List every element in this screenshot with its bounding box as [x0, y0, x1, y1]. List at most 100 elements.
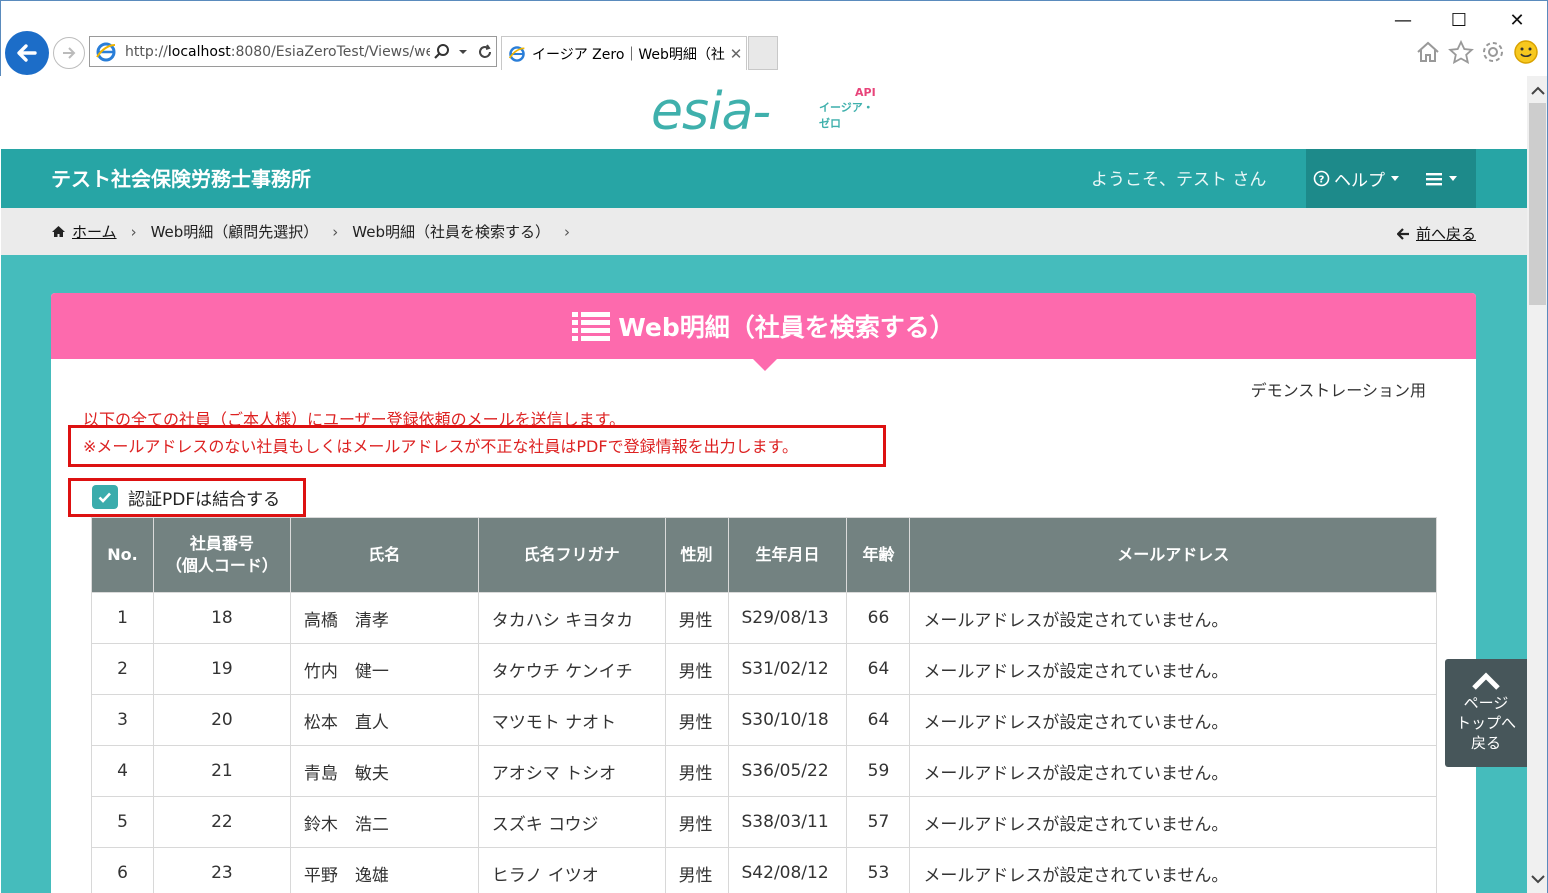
- table-row[interactable]: 1 18 高橋 清孝 タカハシ キヨタカ 男性 S29/08/13 66 メール…: [91, 592, 1437, 644]
- table-row[interactable]: 2 19 竹内 健一 タケウチ ケンイチ 男性 S31/02/12 64 メール…: [91, 643, 1437, 695]
- cell-birthday: S30/10/18: [727, 694, 848, 746]
- merge-pdf-label[interactable]: 認証PDFは結合する: [128, 485, 280, 510]
- menu-dropdown[interactable]: [1406, 149, 1476, 208]
- arrow-right-icon: [63, 47, 76, 59]
- ie-tab-icon: [508, 45, 525, 62]
- col-header-birthday[interactable]: 生年月日: [727, 517, 848, 593]
- cell-name: 高橋 清孝: [289, 592, 479, 644]
- cell-name: 平野 逸雄: [289, 847, 479, 893]
- cell-emp-no: 21: [152, 745, 291, 797]
- page-top-button[interactable]: ページ トップへ 戻る: [1445, 659, 1527, 767]
- cell-gender: 男性: [664, 847, 729, 893]
- list-icon: [572, 312, 611, 341]
- url-host: localhost: [167, 43, 231, 60]
- cell-no: 6: [91, 847, 154, 893]
- home-icon: [52, 226, 65, 237]
- search-icon[interactable]: [430, 39, 452, 65]
- table-row[interactable]: 3 20 松本 直人 マツモト ナオト 男性 S30/10/18 64 メールア…: [91, 694, 1437, 746]
- notice-pdf-text: ※メールアドレスのない社員もしくはメールアドレスが不正な社員はPDFで登録情報を…: [83, 437, 798, 456]
- cell-furigana: マツモト ナオト: [477, 694, 666, 746]
- arrow-left-icon: [17, 44, 37, 62]
- help-dropdown[interactable]: ? ヘルプ: [1306, 149, 1406, 208]
- caret-down-icon: [1449, 176, 1457, 181]
- cell-gender: 男性: [664, 592, 729, 644]
- caret-down-icon: [1391, 176, 1399, 181]
- refresh-icon[interactable]: [474, 39, 496, 65]
- cell-birthday: S31/02/12: [727, 643, 848, 695]
- card-header: Web明細（社員を検索する）: [51, 293, 1476, 359]
- col-header-no[interactable]: No.: [91, 517, 154, 593]
- col-header-emp-no[interactable]: 社員番号 （個人コード）: [152, 517, 291, 593]
- site-logo[interactable]: esia-Zero API イージア・ゼロ: [651, 82, 881, 202]
- scroll-down-arrow[interactable]: [1527, 869, 1548, 889]
- browser-chrome: http://localhost:8080/EsiaZeroTest/Views…: [0, 0, 1548, 76]
- breadcrumb-home[interactable]: ホーム: [51, 221, 117, 242]
- nav-actions: ? ヘルプ: [1306, 149, 1476, 208]
- minimize-button[interactable]: —: [1373, 7, 1433, 33]
- dropdown-icon[interactable]: [452, 39, 474, 65]
- vertical-scrollbar[interactable]: [1527, 76, 1548, 893]
- cell-emp-no: 23: [152, 847, 291, 893]
- cell-birthday: S29/08/13: [727, 592, 848, 644]
- cell-gender: 男性: [664, 745, 729, 797]
- help-label: ヘルプ: [1334, 171, 1385, 191]
- home-icon[interactable]: [1413, 37, 1443, 67]
- cell-age: 57: [846, 796, 911, 848]
- logo-api: API: [855, 86, 876, 99]
- tab-title: イージア Zero｜Web明細（社...: [532, 46, 726, 63]
- back-link-label[interactable]: 前へ戻る: [1416, 223, 1476, 244]
- cell-furigana: スズキ コウジ: [477, 796, 666, 848]
- address-bar[interactable]: http://localhost:8080/EsiaZeroTest/Views…: [89, 36, 497, 67]
- maximize-button[interactable]: ☐: [1429, 7, 1489, 33]
- url-text[interactable]: http://localhost:8080/EsiaZeroTest/Views…: [119, 44, 430, 60]
- close-button[interactable]: ✕: [1487, 7, 1547, 33]
- checkmark-icon: [98, 492, 111, 503]
- cell-no: 2: [91, 643, 154, 695]
- office-name[interactable]: テスト社会保険労務士事務所: [51, 163, 311, 192]
- favorites-star-icon[interactable]: [1446, 37, 1476, 67]
- arrow-left-icon: [1396, 227, 1409, 240]
- breadcrumb-separator: ›: [332, 222, 339, 241]
- col-header-furigana[interactable]: 氏名フリガナ: [477, 517, 666, 593]
- chevron-up-icon: [1445, 671, 1527, 693]
- col-header-email[interactable]: メールアドレス: [909, 517, 1437, 593]
- header-pointer: [753, 359, 777, 371]
- new-tab-button[interactable]: [748, 36, 778, 70]
- cell-email: メールアドレスが設定されていません。: [909, 592, 1437, 644]
- cell-email: メールアドレスが設定されていません。: [909, 643, 1437, 695]
- table-row[interactable]: 4 21 青島 敏夫 アオシマ トシオ 男性 S36/05/22 59 メールア…: [91, 745, 1437, 797]
- breadcrumb-separator: ›: [130, 222, 137, 241]
- cell-gender: 男性: [664, 796, 729, 848]
- url-path: :8080/EsiaZeroTest/Views/we: [230, 43, 430, 60]
- col-header-name[interactable]: 氏名: [289, 517, 479, 593]
- smiley-feedback-icon[interactable]: [1511, 37, 1541, 67]
- col-header-emp-no-line2: （個人コード）: [165, 556, 278, 575]
- cell-email: メールアドレスが設定されていません。: [909, 745, 1437, 797]
- table-row[interactable]: 6 23 平野 逸雄 ヒラノ イツオ 男性 S42/08/12 53 メールアド…: [91, 847, 1437, 893]
- table-row[interactable]: 5 22 鈴木 浩二 スズキ コウジ 男性 S38/03/11 57 メールアド…: [91, 796, 1437, 848]
- col-header-age[interactable]: 年齢: [846, 517, 911, 593]
- scroll-up-arrow[interactable]: [1527, 80, 1548, 100]
- logo-kana: イージア・ゼロ: [819, 101, 874, 130]
- merge-pdf-checkbox[interactable]: [92, 485, 118, 509]
- browser-tab[interactable]: イージア Zero｜Web明細（社... ✕: [501, 36, 747, 70]
- cell-furigana: ヒラノ イツオ: [477, 847, 666, 893]
- page-top-line2: トップへ: [1455, 714, 1516, 732]
- col-header-gender[interactable]: 性別: [664, 517, 729, 593]
- question-circle-icon: ?: [1313, 170, 1330, 187]
- demo-label: デモンストレーション用: [1250, 381, 1426, 400]
- back-link[interactable]: 前へ戻る: [1396, 223, 1476, 244]
- back-button[interactable]: [5, 31, 49, 75]
- breadcrumb-home-link[interactable]: ホーム: [72, 221, 117, 242]
- cell-age: 53: [846, 847, 911, 893]
- cell-name: 松本 直人: [289, 694, 479, 746]
- page-top-line1: ページ: [1463, 694, 1509, 712]
- cell-birthday: S36/05/22: [727, 745, 848, 797]
- breadcrumb-separator: ›: [564, 222, 570, 241]
- tab-close-icon[interactable]: ✕: [726, 45, 746, 63]
- gear-icon[interactable]: [1478, 37, 1508, 67]
- cell-no: 3: [91, 694, 154, 746]
- cell-furigana: アオシマ トシオ: [477, 745, 666, 797]
- scrollbar-thumb[interactable]: [1529, 103, 1546, 305]
- forward-button[interactable]: [53, 37, 85, 69]
